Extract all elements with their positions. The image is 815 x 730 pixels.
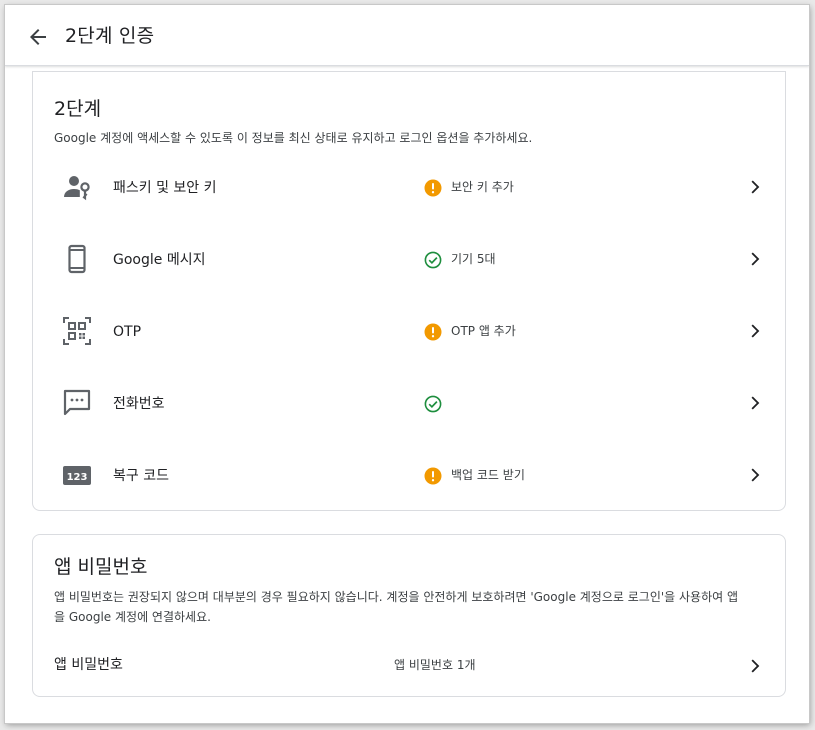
check-circle-icon: [424, 251, 442, 269]
page-title: 2단계 인증: [65, 25, 155, 47]
warning-icon: [424, 323, 442, 341]
status-text: OTP 앱 추가: [451, 324, 516, 338]
status-text: 보안 키 추가: [451, 180, 514, 194]
chevron-right-icon: [751, 180, 760, 194]
row-otp[interactable]: OTP OTP 앱 추가: [33, 298, 785, 370]
chevron-right-icon: [751, 659, 760, 673]
chevron-right-icon: [751, 396, 760, 410]
row-label: Google 메시지: [113, 252, 206, 268]
two-step-card: 2단계 Google 계정에 액세스할 수 있도록 이 정보를 최신 상태로 유…: [32, 71, 786, 511]
card-description: Google 계정에 액세스할 수 있도록 이 정보를 최신 상태로 유지하고 …: [54, 131, 533, 145]
row-label: 복구 코드: [113, 468, 169, 484]
row-google-messages[interactable]: Google 메시지 기기 5대: [33, 226, 785, 298]
row-passkey[interactable]: 패스키 및 보안 키 보안 키 추가: [33, 154, 785, 226]
chevron-right-icon: [751, 252, 760, 266]
row-phone-number[interactable]: 전화번호: [33, 370, 785, 442]
app-bar: 2단계 인증: [5, 5, 809, 66]
row-label: 패스키 및 보안 키: [113, 180, 217, 196]
warning-icon: [424, 467, 442, 485]
sms-icon: [63, 389, 91, 416]
check-circle-icon: [424, 395, 442, 413]
backup-code-icon: 123: [63, 466, 91, 485]
card-title: 2단계: [54, 98, 102, 120]
chevron-right-icon: [751, 468, 760, 482]
row-value: 앱 비밀번호 1개: [394, 658, 476, 672]
warning-icon: [424, 179, 442, 197]
qr-code-icon: [63, 317, 91, 345]
arrow-back-icon[interactable]: [26, 25, 50, 49]
status-text: 백업 코드 받기: [451, 468, 525, 482]
row-label: OTP: [113, 324, 142, 340]
svg-text:123: 123: [67, 472, 88, 483]
status-text: 기기 5대: [451, 252, 496, 266]
passkey-icon: [64, 176, 90, 201]
row-backup-codes[interactable]: 123 복구 코드 백업 코드 받기: [33, 442, 785, 514]
chevron-right-icon: [751, 324, 760, 338]
row-label: 앱 비밀번호: [54, 657, 123, 673]
app-passwords-card: 앱 비밀번호 앱 비밀번호는 권장되지 않으며 대부분의 경우 필요하지 않습니…: [32, 534, 786, 697]
window: 2단계 인증 2단계 Google 계정에 액세스할 수 있도록 이 정보를 최…: [5, 5, 809, 723]
card-title: 앱 비밀번호: [54, 556, 148, 578]
phone-icon: [68, 244, 86, 274]
row-label: 전화번호: [113, 396, 165, 412]
card-description-line-2: 을 Google 계정에 연결하세요.: [54, 610, 211, 624]
card-description-line-1: 앱 비밀번호는 권장되지 않으며 대부분의 경우 필요하지 않습니다. 계정을 …: [54, 590, 739, 604]
